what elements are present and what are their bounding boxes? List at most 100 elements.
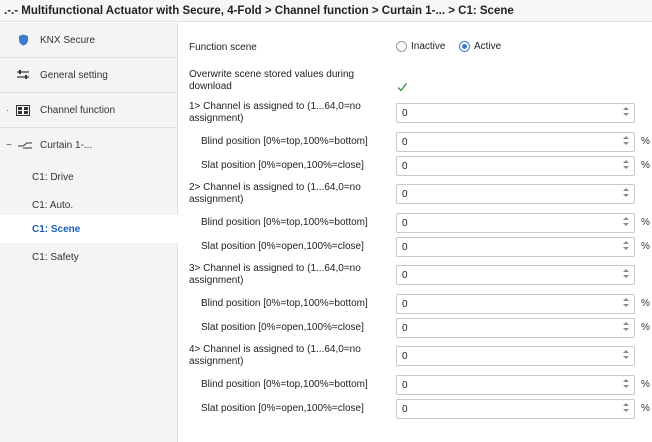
- sidebar-item-knx-secure[interactable]: KNX Secure: [0, 23, 178, 58]
- sidebar-item-curtain[interactable]: − Curtain 1-...: [0, 128, 178, 163]
- slat-position-input[interactable]: 0: [396, 318, 635, 338]
- blind-position-input[interactable]: 0: [396, 375, 635, 395]
- spinner-icon[interactable]: [622, 321, 630, 335]
- spinner-icon[interactable]: [622, 135, 630, 149]
- unit-label: %: [641, 298, 650, 309]
- sidebar-item-label: C1: Safety: [32, 251, 79, 263]
- sidebar-item-c1-safety[interactable]: C1: Safety: [0, 243, 178, 271]
- curtain-icon: [18, 140, 32, 152]
- blind-position-label: Blind position [0%=top,100%=bottom]: [201, 298, 368, 309]
- spinner-icon[interactable]: [622, 402, 630, 416]
- slat-position-input[interactable]: 0: [396, 156, 635, 176]
- input-value: 0: [402, 351, 408, 362]
- sidebar-item-label: KNX Secure: [40, 34, 96, 46]
- spinner-icon[interactable]: [622, 378, 630, 392]
- channel-assign-input[interactable]: 0: [396, 184, 635, 204]
- input-value: 0: [402, 242, 408, 253]
- unit-label: %: [641, 136, 650, 147]
- channel-assign-label-line1: 1> Channel is assigned to (1...64,0=no: [189, 101, 361, 112]
- overwrite-label-line2: download: [189, 81, 232, 92]
- channel-assign-label: 2> Channel is assigned to (1...64,0=no a…: [189, 182, 361, 206]
- overwrite-checkbox[interactable]: [396, 81, 408, 93]
- sidebar-item-label: C1: Scene: [32, 223, 81, 235]
- channel-assign-label-line1: 3> Channel is assigned to (1...64,0=no: [189, 263, 361, 274]
- unit-label: %: [641, 160, 650, 171]
- slat-position-label: Slat position [0%=open,100%=close]: [201, 241, 364, 252]
- sidebar-item-channel-function[interactable]: · Channel function: [0, 93, 178, 128]
- sliders-icon: [16, 69, 30, 81]
- radio-label: Inactive: [411, 41, 446, 52]
- radio-active[interactable]: Active: [459, 41, 501, 52]
- blind-position-label: Blind position [0%=top,100%=bottom]: [201, 217, 368, 228]
- slat-position-label: Slat position [0%=open,100%=close]: [201, 160, 364, 171]
- parameter-panel: Function scene Inactive Active Overwrite…: [179, 23, 652, 442]
- shield-icon: [16, 34, 30, 46]
- unit-label: %: [641, 322, 650, 333]
- overwrite-label: Overwrite scene stored values during dow…: [189, 69, 354, 93]
- spinner-icon[interactable]: [622, 106, 630, 120]
- slat-position-label: Slat position [0%=open,100%=close]: [201, 403, 364, 414]
- spinner-icon[interactable]: [622, 268, 630, 282]
- channel-assign-label-line2: assignment): [189, 275, 244, 286]
- sidebar-item-c1-drive[interactable]: C1: Drive: [0, 163, 178, 191]
- channel-assign-label-line2: assignment): [189, 113, 244, 124]
- input-value: 0: [402, 404, 408, 415]
- spinner-icon[interactable]: [622, 297, 630, 311]
- input-value: 0: [402, 323, 408, 334]
- unit-label: %: [641, 379, 650, 390]
- slat-position-label: Slat position [0%=open,100%=close]: [201, 322, 364, 333]
- input-value: 0: [402, 270, 408, 281]
- radio-inactive[interactable]: Inactive: [396, 41, 445, 52]
- radio-circle-icon: [396, 41, 407, 52]
- input-value: 0: [402, 161, 408, 172]
- unit-label: %: [641, 217, 650, 228]
- spinner-icon[interactable]: [622, 240, 630, 254]
- unit-label: %: [641, 403, 650, 414]
- sidebar: KNX Secure General setting · Channel fun…: [0, 23, 178, 442]
- panel-icon: [16, 104, 30, 116]
- blind-position-input[interactable]: 0: [396, 132, 635, 152]
- blind-position-label: Blind position [0%=top,100%=bottom]: [201, 136, 368, 147]
- blind-position-label: Blind position [0%=top,100%=bottom]: [201, 379, 368, 390]
- channel-assign-label-line1: 4> Channel is assigned to (1...64,0=no: [189, 344, 361, 355]
- input-value: 0: [402, 189, 408, 200]
- channel-assign-input[interactable]: 0: [396, 103, 635, 123]
- sidebar-item-label: C1: Auto.: [32, 199, 74, 211]
- input-value: 0: [402, 108, 408, 119]
- input-value: 0: [402, 137, 408, 148]
- sidebar-item-label: C1: Drive: [32, 171, 74, 183]
- overwrite-label-line1: Overwrite scene stored values during: [189, 69, 355, 80]
- radio-selected-icon: [459, 41, 470, 52]
- channel-assign-label-line1: 2> Channel is assigned to (1...64,0=no: [189, 182, 361, 193]
- channel-assign-label-line2: assignment): [189, 356, 244, 367]
- collapse-icon[interactable]: −: [6, 140, 12, 151]
- channel-assign-input[interactable]: 0: [396, 265, 635, 285]
- blind-position-input[interactable]: 0: [396, 294, 635, 314]
- blind-position-input[interactable]: 0: [396, 213, 635, 233]
- input-value: 0: [402, 218, 408, 229]
- radio-label: Active: [474, 41, 502, 52]
- sidebar-item-c1-scene[interactable]: C1: Scene: [0, 215, 178, 243]
- expand-marker-icon: ·: [6, 104, 10, 116]
- sidebar-item-label: Curtain 1-...: [40, 140, 93, 151]
- sidebar-item-label: Channel function: [40, 104, 116, 116]
- spinner-icon[interactable]: [622, 216, 630, 230]
- spinner-icon[interactable]: [622, 349, 630, 363]
- unit-label: %: [641, 241, 650, 252]
- channel-assign-label-line2: assignment): [189, 194, 244, 205]
- channel-assign-label: 1> Channel is assigned to (1...64,0=no a…: [189, 101, 361, 125]
- input-value: 0: [402, 380, 408, 391]
- breadcrumb-title: .-.- Multifunctional Actuator with Secur…: [0, 0, 652, 22]
- checkmark-icon: [397, 83, 408, 92]
- channel-assign-label: 3> Channel is assigned to (1...64,0=no a…: [189, 263, 361, 287]
- function-scene-label: Function scene: [189, 42, 257, 53]
- sidebar-item-general-setting[interactable]: General setting: [0, 58, 178, 93]
- spinner-icon[interactable]: [622, 159, 630, 173]
- sidebar-item-label: General setting: [40, 69, 108, 81]
- spinner-icon[interactable]: [622, 187, 630, 201]
- input-value: 0: [402, 299, 408, 310]
- channel-assign-label: 4> Channel is assigned to (1...64,0=no a…: [189, 344, 361, 368]
- channel-assign-input[interactable]: 0: [396, 346, 635, 366]
- slat-position-input[interactable]: 0: [396, 399, 635, 419]
- slat-position-input[interactable]: 0: [396, 237, 635, 257]
